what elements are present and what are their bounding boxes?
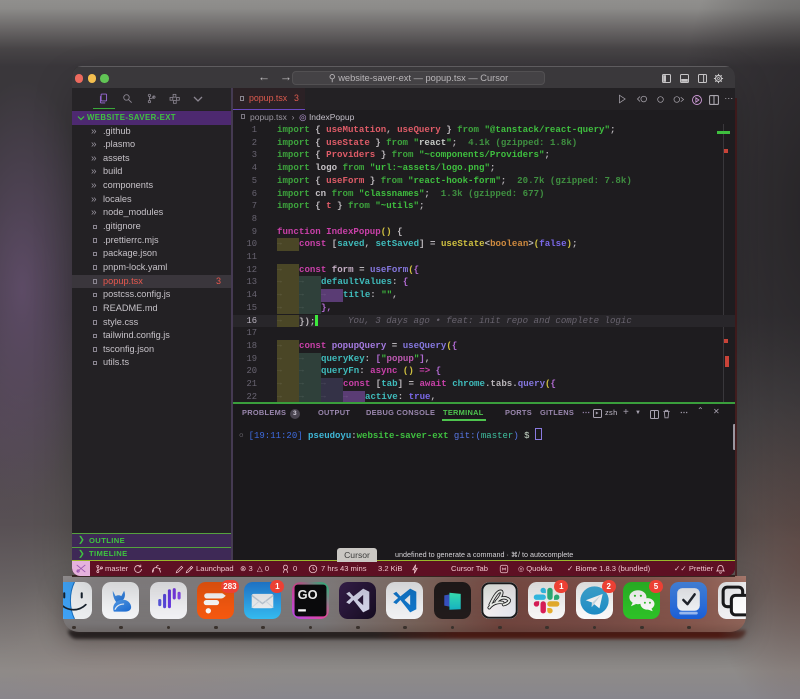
svg-text:GO: GO [297,586,317,601]
